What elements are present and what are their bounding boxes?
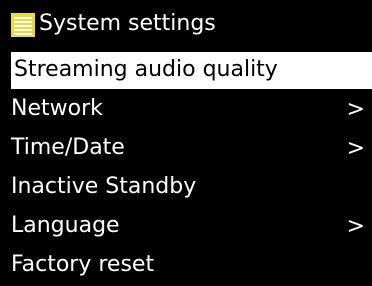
device-screen: System settings Streaming audio quality …: [0, 0, 372, 282]
menu-item-time-date[interactable]: Time/Date >: [0, 130, 372, 167]
menu-item-inactive-standby[interactable]: Inactive Standby: [0, 169, 372, 206]
chevron-right-icon: >: [346, 97, 365, 122]
page-title: System settings: [39, 11, 216, 36]
chevron-right-icon: >: [346, 214, 365, 239]
chevron-right-icon: >: [346, 136, 365, 161]
menu-item-factory-reset[interactable]: Factory reset: [0, 247, 372, 284]
menu-item-label: Streaming audio quality: [14, 57, 278, 82]
menu-item-label: Network: [11, 96, 103, 121]
menu-item-streaming-audio-quality[interactable]: Streaming audio quality: [11, 52, 372, 89]
menu-item-label: Language: [11, 213, 120, 238]
settings-menu: Streaming audio quality Network > Time/D…: [0, 52, 372, 286]
menu-list-icon: [11, 13, 35, 37]
menu-item-label: Factory reset: [11, 252, 155, 277]
menu-item-language[interactable]: Language >: [0, 208, 372, 245]
menu-item-label: Inactive Standby: [11, 174, 197, 199]
menu-item-label: Time/Date: [11, 135, 125, 160]
header-bar: System settings: [0, 0, 372, 43]
menu-item-network[interactable]: Network >: [0, 91, 372, 128]
